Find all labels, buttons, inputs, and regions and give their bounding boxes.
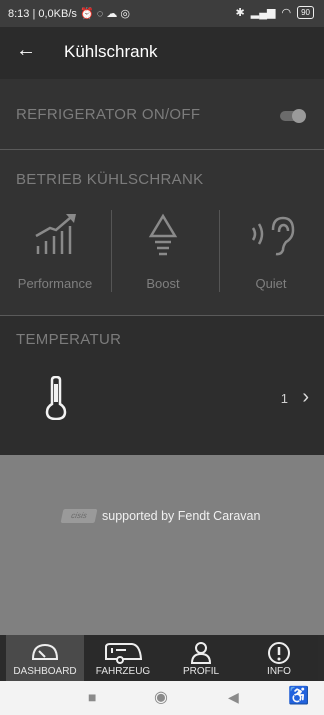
boost-icon [148,213,178,256]
page-title: Kühlschrank [64,42,158,61]
refrigerator-label: REFRIGERATOR ON/OFF [16,106,201,123]
dashboard-icon [31,643,59,660]
info-icon [268,642,290,664]
nav-label: FAHRZEUG [95,666,151,677]
status-right: ✱ ▂▄▆ ◠ 90 [236,6,314,19]
supported-text: supported by Fendt Caravan [102,509,261,523]
temperature-value: 1 [280,391,288,406]
back-icon[interactable]: ◀ [228,689,239,706]
performance-icon [35,214,76,254]
nav-vehicle[interactable]: FAHRZEUG [84,635,162,681]
mode-section-label: BETRIEB KÜHLSCHRANK [16,171,204,188]
bluetooth-icon: ✱ [235,7,245,19]
system-nav-bar: ■ ◉ ◀ ♿ [0,681,324,715]
footer-area [0,455,324,635]
status-left-text: 8:13 | 0,0KB/s ⏰ ◌ ☁ ◎ [8,7,130,20]
mode-label: Quiet [255,276,287,291]
recent-apps-icon[interactable]: ■ [88,689,96,705]
nav-label: DASHBOARD [13,666,77,677]
chevron-right-icon[interactable]: › [302,386,309,409]
nav-dashboard[interactable]: DASHBOARD [6,635,84,681]
mode-quiet[interactable]: Quiet [218,200,324,300]
status-bar: 8:13 | 0,0KB/s ⏰ ◌ ☁ ◎ ✱ ▂▄▆ ◠ 90 [0,0,324,27]
mode-label: Boost [146,276,180,291]
back-arrow-icon[interactable]: ← [16,39,36,62]
refrigerator-toggle[interactable] [276,109,306,123]
nav-label: PROFIL [182,666,220,677]
bottom-nav: DASHBOARD FAHRZEUG PROFIL INFO [6,635,318,681]
battery-icon: 90 [297,6,314,19]
mode-performance[interactable]: Performance [2,200,108,300]
toggle-knob [292,109,306,123]
wifi-icon: ◠ [281,7,292,19]
status-time-speed: 8:13 | 0,0KB/s [8,8,77,20]
supported-by: cisis supported by Fendt Caravan [60,509,261,523]
brand-logo: cisis [60,509,98,523]
quiet-icon [251,216,295,256]
temperature-label: TEMPERATUR [16,331,122,348]
profile-icon [190,642,212,664]
signal-icon: ▂▄▆ [250,7,276,19]
mode-label: Performance [17,276,93,291]
nav-info[interactable]: INFO [240,635,318,681]
nav-profile[interactable]: PROFIL [162,635,240,681]
app-bar: ← Kühlschrank [0,27,324,79]
status-icons: ⏰ ◌ ☁ ◎ [79,8,130,20]
home-icon[interactable]: ◉ [154,687,168,707]
mode-boost[interactable]: Boost [110,200,216,300]
accessibility-icon[interactable]: ♿ [288,686,309,706]
vehicle-icon [105,643,143,664]
thermometer-icon [44,375,68,425]
nav-label: INFO [267,666,291,677]
